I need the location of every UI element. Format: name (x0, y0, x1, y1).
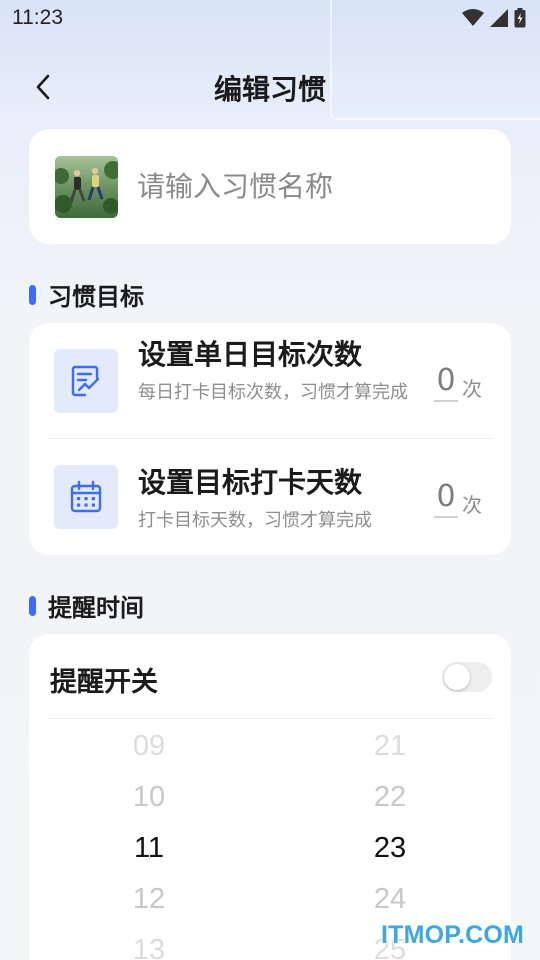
daily-goal-value[interactable]: 0 (434, 363, 458, 402)
reminder-switch-label: 提醒开关 (50, 667, 158, 698)
section-accent-bar (29, 595, 36, 616)
habit-name-card (29, 129, 511, 244)
target-days-row[interactable]: 设置目标打卡天数 打卡目标天数，习惯才算完成 0 次 (29, 439, 511, 555)
minute-option[interactable]: 24 (330, 874, 450, 925)
target-days-unit: 次 (462, 493, 482, 517)
checklist-chart-icon (54, 349, 118, 413)
minute-option-selected[interactable]: 23 (330, 823, 450, 874)
navigation-bar: 编辑习惯 (0, 62, 540, 112)
hour-option-selected[interactable]: 11 (89, 823, 209, 874)
battery-icon (514, 8, 526, 28)
calendar-icon (54, 465, 118, 529)
reminder-section-header: 提醒时间 (29, 588, 144, 623)
target-days-value[interactable]: 0 (434, 479, 458, 518)
habit-name-input[interactable] (137, 164, 477, 208)
reminder-card: 提醒开关 09 10 11 12 13 21 22 23 24 25 (29, 634, 511, 960)
hour-option[interactable]: 12 (89, 874, 209, 925)
hour-option[interactable]: 10 (89, 772, 209, 823)
minute-option[interactable]: 21 (330, 721, 450, 772)
reminder-toggle[interactable] (442, 662, 492, 692)
status-time: 11:23 (12, 6, 63, 29)
minute-option[interactable]: 22 (330, 772, 450, 823)
target-days-subtitle: 打卡目标天数，习惯才算完成 (138, 510, 372, 531)
wifi-icon (462, 9, 484, 26)
goal-section-header: 习惯目标 (29, 277, 144, 312)
daily-goal-title: 设置单日目标次数 (138, 338, 363, 371)
daily-goal-unit: 次 (462, 377, 482, 401)
cell-signal-icon (490, 9, 508, 27)
daily-goal-subtitle: 每日打卡目标次数，习惯才算完成 (138, 382, 408, 403)
hour-option[interactable]: 09 (89, 721, 209, 772)
hour-picker[interactable]: 09 10 11 12 13 (89, 721, 209, 960)
page-title: 编辑习惯 (213, 73, 326, 106)
goal-card: 设置单日目标次数 每日打卡目标次数，习惯才算完成 0 次 设置目标打卡天数 打卡… (29, 323, 511, 555)
daily-goal-row[interactable]: 设置单日目标次数 每日打卡目标次数，习惯才算完成 0 次 (29, 323, 511, 438)
goal-section-title: 习惯目标 (48, 283, 144, 311)
habit-thumbnail[interactable] (55, 156, 118, 218)
hour-option[interactable]: 13 (89, 925, 209, 960)
target-days-title: 设置目标打卡天数 (138, 466, 363, 499)
reminder-section-title: 提醒时间 (48, 594, 144, 622)
section-accent-bar (29, 284, 36, 305)
divider (49, 718, 491, 719)
watermark: ITMOP.COM (381, 921, 525, 949)
toggle-knob (444, 664, 470, 690)
status-bar: 11:23 (0, 0, 540, 38)
runners-image (55, 156, 118, 218)
status-icons (462, 8, 526, 28)
